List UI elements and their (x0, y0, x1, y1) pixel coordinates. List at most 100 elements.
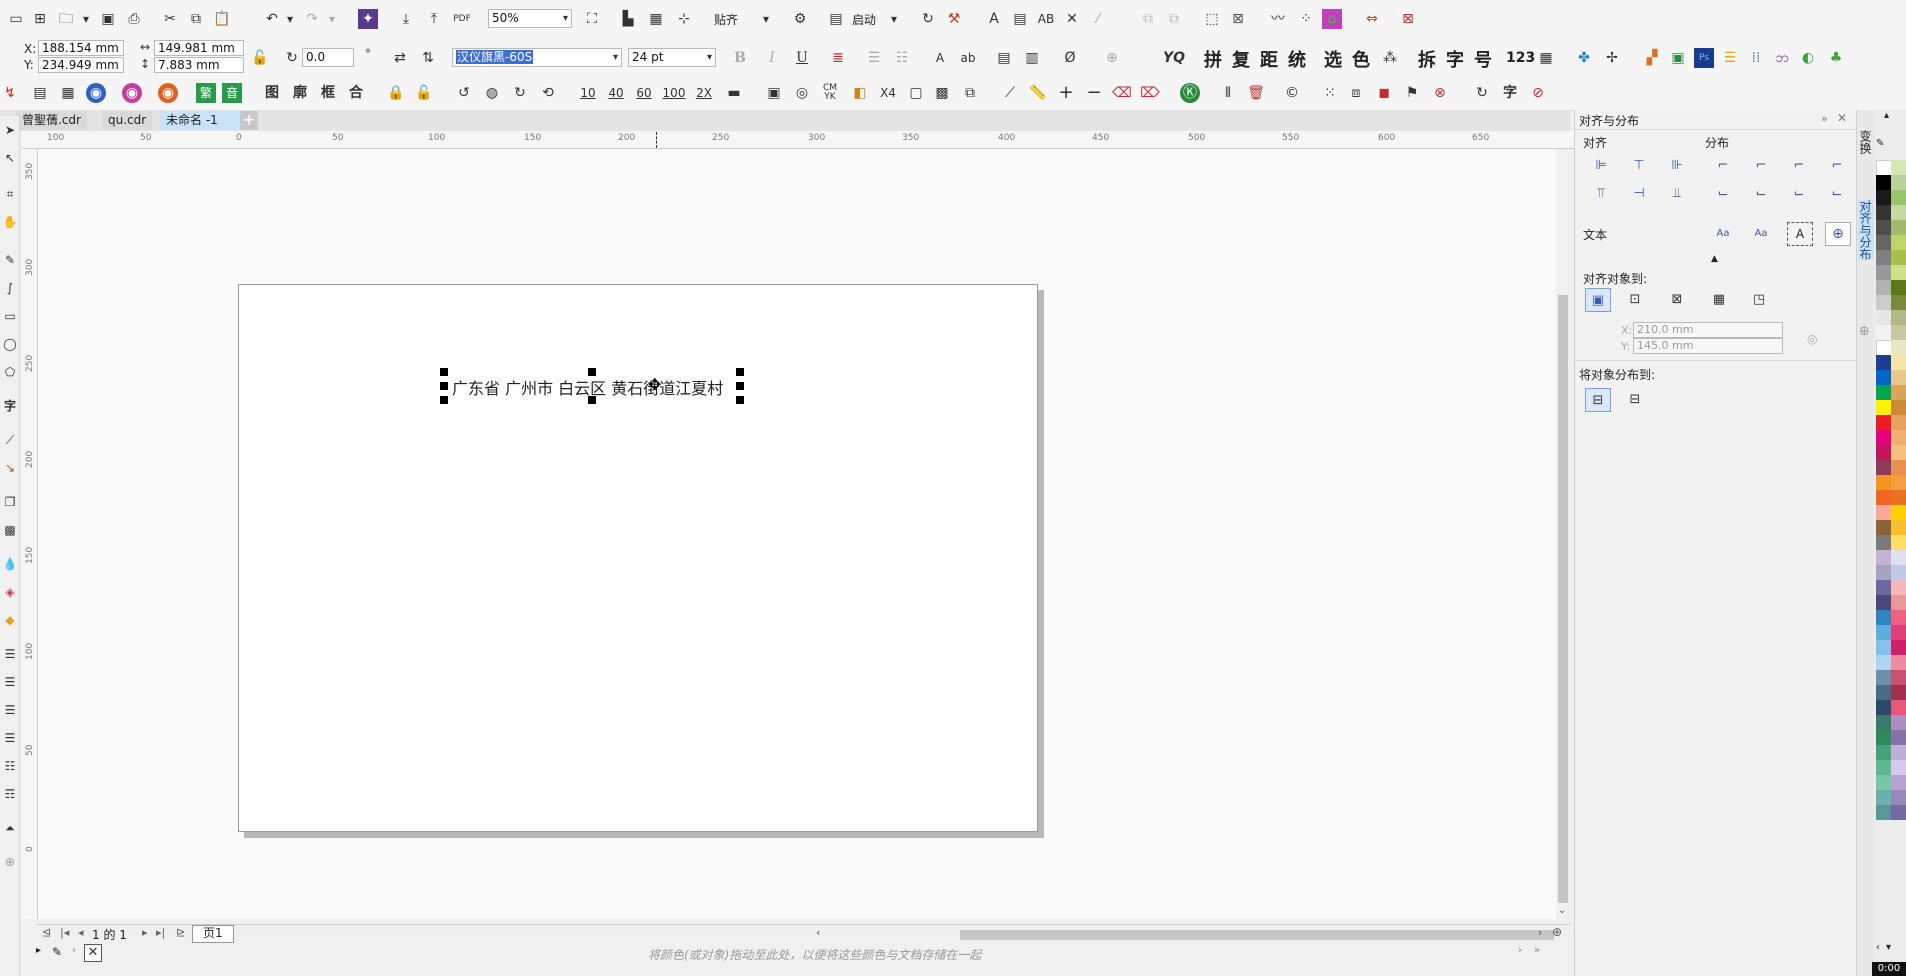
distribute-center-h-icon[interactable]: ⌐ (1749, 154, 1773, 176)
chevron-down-icon[interactable]: ▾ (76, 9, 96, 29)
horizontal-ruler[interactable] (22, 131, 1578, 149)
palette-swatch[interactable] (1891, 220, 1906, 235)
frame-tool-button[interactable]: 框 (318, 83, 338, 103)
fit-width-icon[interactable]: ⇔ (1362, 9, 1382, 29)
image-frame-icon[interactable]: ▩ (932, 83, 952, 103)
character-button[interactable]: 字 (1500, 83, 1520, 103)
palette-swatch[interactable] (1876, 640, 1891, 655)
green-figure-icon[interactable]: ♣ (1826, 48, 1846, 68)
grid-frame-icon[interactable]: ▣ (764, 83, 784, 103)
zoom-navigator-icon[interactable]: ⊕ (1552, 925, 1562, 939)
photoshop-icon[interactable]: Ps (1694, 48, 1714, 68)
text-last-baseline-icon[interactable]: Aa (1749, 222, 1773, 244)
distribute-left-icon[interactable]: ⌐ (1711, 154, 1735, 176)
mirror-vertical-icon[interactable]: ⇅ (418, 48, 438, 68)
panel-close-icon[interactable]: ✕ (1837, 111, 1847, 125)
freehand-tool-icon[interactable]: ✎ (0, 250, 20, 270)
palette-swatch[interactable] (1891, 670, 1906, 685)
palette-swatch[interactable] (1891, 385, 1906, 400)
no-color-swatch[interactable]: ✕ (84, 944, 102, 962)
palette-swatch[interactable] (1891, 505, 1906, 520)
macro-table-icon[interactable]: ▦ (1536, 48, 1556, 68)
drop-shadow-icon[interactable]: ❐ (0, 492, 20, 512)
palette-swatch[interactable] (1891, 190, 1906, 205)
snap-to-button[interactable]: 贴齐 (714, 11, 738, 28)
palette-swatch[interactable] (1891, 370, 1906, 385)
palette-swatch[interactable] (1891, 685, 1906, 700)
delete-red-icon[interactable]: 🗑 (1246, 83, 1266, 103)
palette-swatch[interactable] (1891, 790, 1906, 805)
interactive-fill-icon[interactable]: ◈ (0, 582, 20, 602)
italic-icon[interactable]: I (762, 48, 782, 68)
eyedropper-tool-icon[interactable]: 💧 (0, 554, 20, 574)
docker-left-icon[interactable]: ‹ (72, 945, 76, 956)
vertical-scroll-thumb[interactable] (1558, 295, 1568, 903)
palette-up-arrow-icon[interactable]: ▴ (1884, 110, 1889, 121)
palette-swatch[interactable] (1891, 760, 1906, 775)
palette-swatch[interactable] (1876, 295, 1891, 310)
orange-circle-icon[interactable]: ◉ (158, 83, 178, 103)
palette-swatch[interactable] (1891, 160, 1906, 175)
align-right-icon[interactable]: ⊪ (1665, 154, 1689, 176)
list-orange-icon[interactable]: ☰ (1720, 48, 1740, 68)
palette-down-arrow-icon[interactable]: ‹ (1876, 942, 1880, 953)
palette-swatch[interactable] (1891, 595, 1906, 610)
rectangle-tool-icon[interactable]: ▭ (0, 306, 20, 326)
polygon-tool-icon[interactable]: ⬠ (0, 362, 20, 382)
lock-ratio-icon[interactable]: 🔓 (250, 48, 270, 68)
doc-tab-qu[interactable]: qu.cdr (102, 111, 153, 130)
connector-tool-icon[interactable]: ↘ (0, 458, 20, 478)
image-tool-button[interactable]: 图 (262, 83, 282, 103)
palette-swatch[interactable] (1891, 430, 1906, 445)
first-page-icon[interactable]: ⊴ (42, 926, 51, 939)
group-icon[interactable]: ⧉ (1138, 9, 1158, 29)
distribute-to-page-icon[interactable]: ⊟ (1623, 388, 1647, 410)
palette-swatch[interactable] (1891, 745, 1906, 760)
palette-swatch[interactable] (1876, 310, 1891, 325)
align-center-side-icon[interactable]: ☰ (0, 672, 20, 692)
text-first-baseline-icon[interactable]: Aa (1711, 222, 1735, 244)
palette-swatch[interactable] (1876, 775, 1891, 790)
text-options-arrow-icon[interactable]: ▲ (1711, 254, 1718, 264)
height-field[interactable]: 7.883 mm (154, 57, 244, 73)
distribute-spacing-h-icon[interactable]: ⌐ (1825, 154, 1849, 176)
text-align-icon[interactable]: ≣ (828, 48, 848, 68)
distribute-spacing-v-icon[interactable]: ⌙ (1825, 182, 1849, 204)
palette-swatch[interactable] (1876, 625, 1891, 640)
pen-side-icon[interactable]: ⏶ (0, 818, 20, 838)
panel-collapse-icon[interactable]: » (1821, 112, 1828, 125)
palette-swatch[interactable] (1876, 175, 1891, 190)
horizontal-scroll-thumb[interactable] (960, 930, 1554, 940)
align-center-horizontal-icon[interactable]: ⊤ (1627, 154, 1651, 176)
palette-swatch[interactable] (1876, 655, 1891, 670)
launch-dropdown-icon[interactable]: ▾ (884, 9, 904, 29)
node-tool-icon[interactable]: ⁘ (1296, 9, 1316, 29)
palette-swatch[interactable] (1876, 505, 1891, 520)
align-to-grid-icon[interactable]: ▦ (1707, 288, 1731, 310)
distribute-center-v-icon[interactable]: ⌙ (1749, 182, 1773, 204)
transparency-tool-icon[interactable]: ▩ (0, 520, 20, 540)
ellipse-tool-icon[interactable]: ◯ (0, 334, 20, 354)
bullet-list-icon[interactable]: ☰ (864, 48, 884, 68)
next-page-icon[interactable]: ▸ (142, 926, 148, 939)
palette-swatch[interactable] (1876, 385, 1891, 400)
mirror-horizontal-icon[interactable]: ⇄ (390, 48, 410, 68)
rotation-field[interactable]: 0.0 (302, 48, 354, 67)
palette-swatch[interactable] (1876, 235, 1891, 250)
print-icon[interactable]: ⎙ (124, 9, 144, 29)
horizontal-text-icon[interactable]: ▤ (994, 48, 1014, 68)
add-plus-icon[interactable]: ⊕ (1102, 48, 1122, 68)
palette-swatch[interactable] (1891, 295, 1906, 310)
ai-file-icon[interactable]: ▢ (906, 83, 926, 103)
docker-more-icon[interactable]: » (1534, 945, 1540, 956)
options-gear-icon[interactable]: ⚙ (790, 9, 810, 29)
prev-page-icon[interactable]: ◂ (78, 926, 84, 939)
add-page-icon[interactable]: ⊵ (176, 926, 185, 939)
palette-swatch[interactable] (1876, 670, 1891, 685)
unlock-icon[interactable]: 🔓 (414, 83, 434, 103)
palette-swatch[interactable] (1891, 400, 1906, 415)
vertical-text-icon[interactable]: ▥ (1022, 48, 1042, 68)
color-house-icon[interactable]: ⌂ (1322, 9, 1342, 29)
macro-number-button[interactable]: 123 (1506, 50, 1535, 66)
font-size-select[interactable]: 24 pt (628, 48, 716, 67)
